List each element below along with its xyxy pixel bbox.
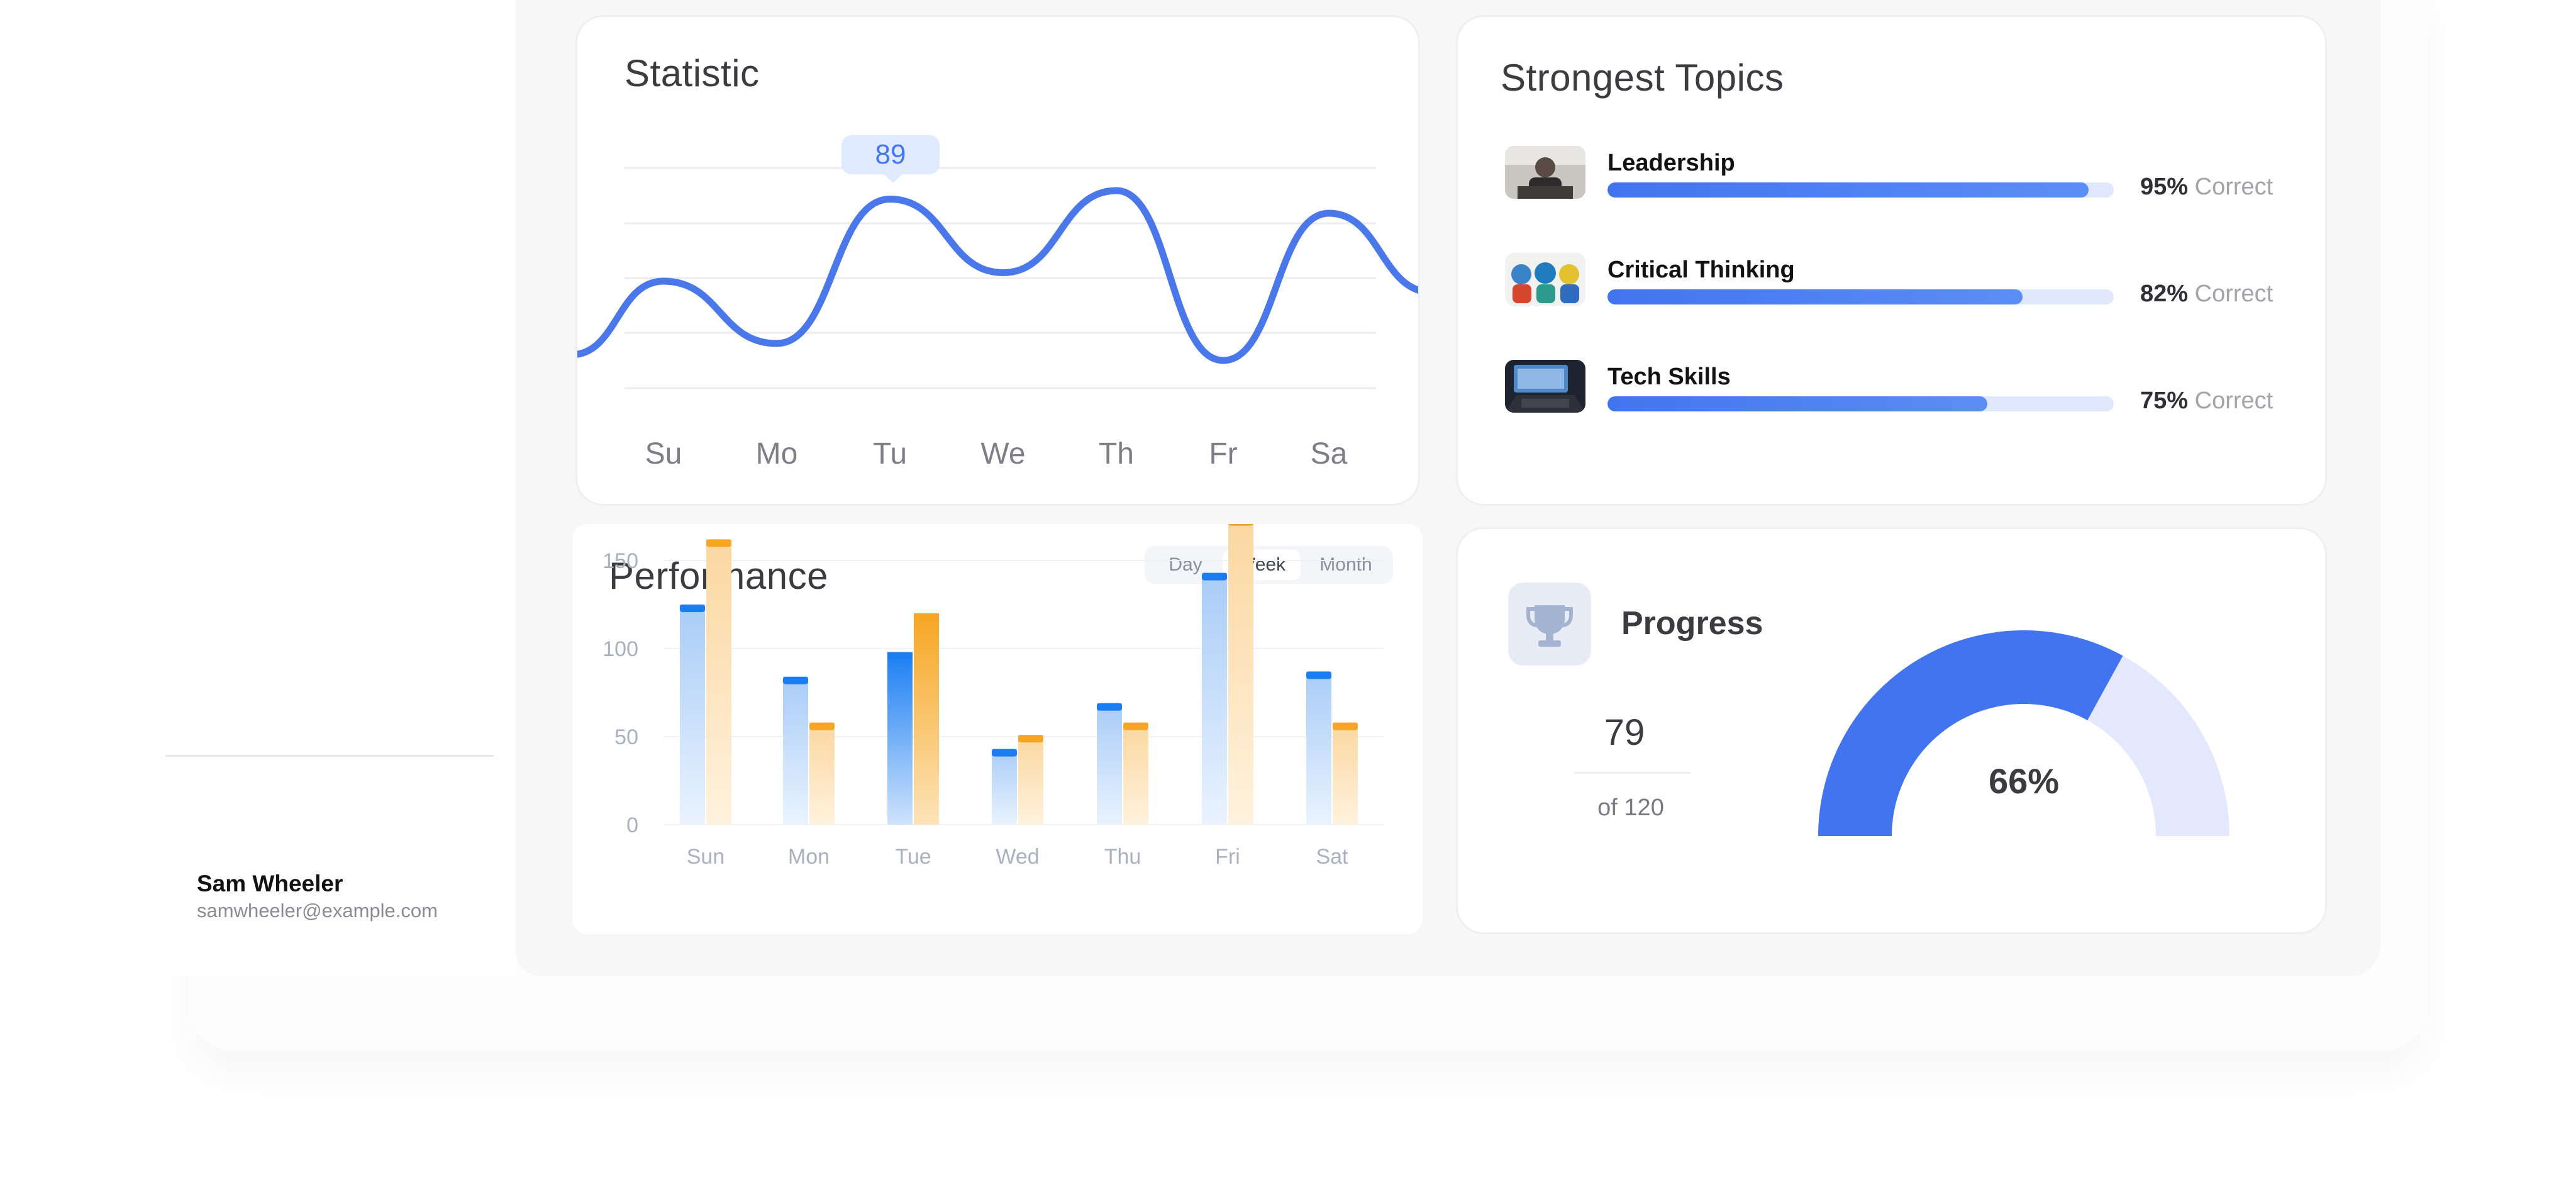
performance-bar-cap bbox=[1228, 524, 1253, 526]
performance-bar-cap bbox=[887, 652, 913, 660]
performance-bar[interactable] bbox=[680, 605, 705, 825]
performance-chart: 150 100 50 0 Sun Mon Tue Wed Thu Fri Sat bbox=[602, 524, 1384, 869]
user-email: samwheeler@example.com bbox=[197, 900, 438, 922]
topic-name: Leadership bbox=[1607, 150, 1735, 176]
performance-bar[interactable] bbox=[1202, 572, 1227, 825]
performance-bar-cap bbox=[992, 749, 1017, 757]
performance-bar[interactable] bbox=[887, 652, 913, 825]
topic-progress-fill bbox=[1607, 182, 2089, 198]
progress-gauge: 66% bbox=[1818, 630, 2229, 836]
statistic-x-tick: Mo bbox=[756, 437, 798, 471]
performance-x-tick: Sun bbox=[687, 845, 725, 869]
statistic-x-tick: Su bbox=[645, 437, 682, 471]
topic-progress-fill bbox=[1607, 289, 2023, 304]
performance-bar-cap bbox=[809, 722, 835, 730]
statistic-card: Statistic Su Mo Tu We Th Fr Sa 89 bbox=[575, 15, 1420, 506]
performance-bar[interactable] bbox=[1228, 524, 1253, 825]
performance-bar[interactable] bbox=[992, 749, 1017, 825]
performance-y-tick: 50 bbox=[614, 725, 638, 749]
user-name: Sam Wheeler bbox=[197, 871, 343, 896]
performance-bar-cap bbox=[680, 605, 705, 612]
statistic-x-tick: Sa bbox=[1311, 437, 1348, 471]
performance-x-tick: Tue bbox=[895, 845, 931, 869]
tech-skills-thumbnail bbox=[1505, 360, 1585, 413]
gauge-percent-label: 66% bbox=[1989, 761, 2059, 801]
topic-score: 82% Correct bbox=[2140, 281, 2273, 307]
performance-bar-cap bbox=[1123, 722, 1148, 730]
performance-card: Performance Day Week Month 150100500SunM… bbox=[572, 524, 1423, 934]
topic-progress-track bbox=[1607, 182, 2114, 198]
sidebar-divider bbox=[165, 755, 494, 757]
topic-name: Critical Thinking bbox=[1607, 257, 1795, 283]
strongest-topics-card: Strongest Topics Leadership 95% Correct bbox=[1456, 15, 2327, 506]
topic-score: 95% Correct bbox=[2140, 174, 2273, 200]
sidebar: Sam Wheeler samwheeler@example.com bbox=[0, 0, 516, 976]
performance-y-tick: 100 bbox=[602, 637, 638, 661]
statistic-x-tick: Fr bbox=[1209, 437, 1237, 471]
performance-bar[interactable] bbox=[1097, 703, 1122, 825]
topic-row-critical-thinking[interactable]: Critical Thinking 82% Correct bbox=[1458, 253, 2325, 328]
statistic-chart: Su Mo Tu We Th Fr Sa bbox=[577, 167, 1418, 471]
critical-thinking-thumbnail bbox=[1505, 253, 1585, 306]
strongest-topics-title: Strongest Topics bbox=[1501, 57, 1784, 99]
statistic-series-line bbox=[577, 187, 1418, 364]
performance-x-tick: Fri bbox=[1215, 845, 1240, 869]
statistic-highlight-pointer bbox=[883, 173, 903, 183]
statistic-highlight-bubble: 89 bbox=[841, 135, 940, 174]
statistic-x-tick: We bbox=[980, 437, 1025, 471]
performance-bar-cap bbox=[706, 539, 731, 547]
topic-row-leadership[interactable]: Leadership 95% Correct bbox=[1458, 146, 2325, 221]
performance-bar-cap bbox=[1202, 572, 1227, 581]
leadership-thumbnail bbox=[1505, 146, 1585, 199]
performance-bar[interactable] bbox=[1333, 722, 1358, 825]
topic-name: Tech Skills bbox=[1607, 364, 1731, 390]
performance-bar[interactable] bbox=[706, 539, 731, 825]
performance-bar-cap bbox=[1097, 703, 1122, 711]
gauge-fill bbox=[1818, 630, 2123, 836]
performance-bar-cap bbox=[914, 613, 939, 621]
progress-card: Progress 79 of 120 66% bbox=[1456, 527, 2327, 934]
topic-progress-fill bbox=[1607, 396, 1987, 411]
performance-y-tick: 0 bbox=[626, 813, 638, 837]
performance-bar-cap bbox=[1018, 735, 1043, 743]
performance-bar[interactable] bbox=[1123, 722, 1148, 825]
topic-progress-track bbox=[1607, 396, 2114, 411]
performance-x-tick: Thu bbox=[1104, 845, 1141, 869]
performance-y-tick: 150 bbox=[602, 549, 638, 573]
statistic-x-tick: Tu bbox=[873, 437, 907, 471]
performance-bar[interactable] bbox=[1306, 671, 1331, 825]
topic-row-tech-skills[interactable]: Tech Skills 75% Correct bbox=[1458, 360, 2325, 435]
performance-x-tick: Mon bbox=[788, 845, 830, 869]
topic-progress-track bbox=[1607, 289, 2114, 304]
statistic-x-tick: Th bbox=[1099, 437, 1134, 471]
topic-score: 75% Correct bbox=[2140, 388, 2273, 414]
performance-bar[interactable] bbox=[809, 722, 835, 825]
performance-bar-cap bbox=[1306, 671, 1331, 679]
performance-x-tick: Wed bbox=[996, 845, 1039, 869]
performance-bar[interactable] bbox=[1018, 735, 1043, 825]
performance-bar-cap bbox=[783, 676, 808, 684]
performance-bar-cap bbox=[1333, 722, 1358, 730]
performance-bar[interactable] bbox=[914, 613, 939, 825]
performance-bar[interactable] bbox=[783, 676, 808, 825]
performance-x-tick: Sat bbox=[1316, 845, 1348, 869]
